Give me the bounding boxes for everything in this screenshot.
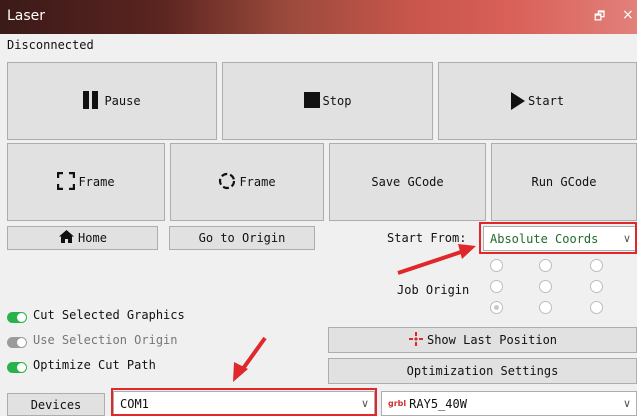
use-selection-origin-toggle[interactable] (7, 337, 27, 348)
chevron-down-icon: ∨ (360, 396, 369, 410)
start-from-value: Absolute Coords (490, 231, 599, 246)
job-origin-radio-2[interactable] (590, 259, 603, 272)
job-origin-radio-6[interactable] (490, 301, 503, 314)
save-gcode-button[interactable]: Save GCode (329, 143, 486, 221)
optimize-cut-path-label: Optimize Cut Path (33, 358, 156, 372)
run-gcode-button[interactable]: Run GCode (491, 143, 637, 221)
optimization-settings-button[interactable]: Optimization Settings (328, 358, 637, 384)
play-icon (510, 92, 525, 110)
pause-icon (83, 90, 101, 112)
arrow-to-start-from (397, 249, 465, 275)
cut-selected-toggle[interactable] (7, 312, 27, 323)
port-value: COM1 (120, 396, 149, 411)
frame-circle-label: Frame (239, 175, 276, 189)
frame-rect-label: Frame (78, 175, 115, 189)
job-origin-radio-3[interactable] (490, 280, 503, 293)
start-from-label: Start From: (387, 231, 467, 245)
arrow-head-start-from (458, 244, 476, 259)
start-button[interactable]: Start (438, 62, 637, 140)
frame-circle-icon (218, 172, 236, 193)
crosshair-icon (408, 331, 424, 350)
job-origin-radio-7[interactable] (539, 301, 552, 314)
device-select[interactable]: grbl RAY5_40W ∨ (381, 391, 637, 416)
window-title: Laser (7, 8, 46, 24)
show-last-position-button[interactable]: Show Last Position (328, 327, 637, 353)
device-value: RAY5_40W (409, 396, 467, 411)
devices-button[interactable]: Devices (7, 393, 105, 416)
pause-label: Pause (104, 94, 141, 108)
home-button[interactable]: Home (7, 226, 158, 250)
close-icon[interactable]: × (622, 7, 634, 23)
optimize-cut-path-toggle[interactable] (7, 362, 27, 373)
start-from-select[interactable]: Absolute Coords ∨ (483, 226, 637, 251)
show-last-position-label: Show Last Position (426, 333, 558, 347)
stop-button[interactable]: Stop (222, 62, 433, 140)
port-select[interactable]: COM1 ∨ (113, 391, 375, 416)
job-origin-radio-0[interactable] (490, 259, 503, 272)
home-label: Home (78, 231, 107, 245)
job-origin-radio-1[interactable] (539, 259, 552, 272)
stop-icon (303, 91, 320, 111)
connection-status: Disconnected (7, 38, 94, 52)
arrow-to-port (240, 336, 267, 372)
cut-selected-label: Cut Selected Graphics (33, 308, 185, 322)
frame-square-icon (57, 171, 76, 193)
chevron-down-icon: ∨ (622, 231, 631, 245)
stop-label: Stop (322, 94, 352, 108)
chevron-down-icon: ∨ (622, 396, 631, 410)
job-origin-radio-4[interactable] (539, 280, 552, 293)
frame-rect-button[interactable]: Frame (7, 143, 165, 221)
grbl-logo-icon: grbl (388, 399, 407, 408)
frame-circle-button[interactable]: Frame (170, 143, 324, 221)
home-icon (58, 229, 75, 247)
use-selection-origin-label: Use Selection Origin (33, 333, 178, 347)
job-origin-radio-5[interactable] (590, 280, 603, 293)
start-label: Start (527, 94, 565, 108)
pause-button[interactable]: Pause (7, 62, 217, 140)
arrow-head-port (233, 362, 248, 382)
go-to-origin-button[interactable]: Go to Origin (169, 226, 315, 250)
window-titlebar: Laser 🗗 × (0, 0, 637, 34)
job-origin-radio-8[interactable] (590, 301, 603, 314)
job-origin-label: Job Origin (397, 283, 470, 297)
restore-icon[interactable]: 🗗 (594, 7, 605, 28)
